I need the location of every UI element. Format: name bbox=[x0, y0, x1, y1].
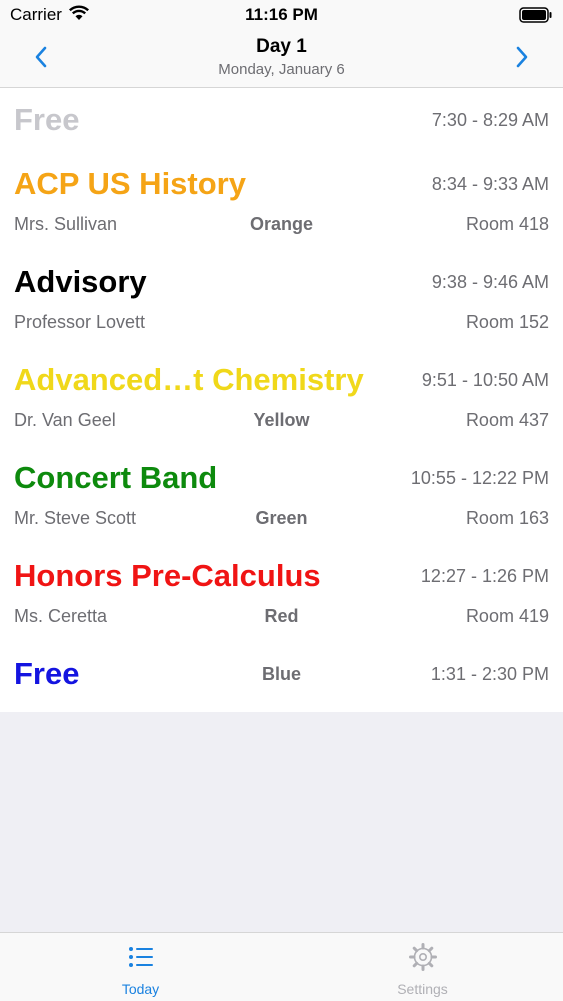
period-row[interactable]: Advisory 9:38 - 9:46 AM Professor Lovett… bbox=[0, 250, 563, 348]
block-color-label: Blue bbox=[261, 664, 301, 684]
tab-today[interactable]: Today bbox=[0, 933, 281, 1001]
class-name: Free bbox=[14, 102, 80, 137]
time-range: 8:34 - 9:33 AM bbox=[431, 174, 549, 194]
time-range: 12:27 - 1:26 PM bbox=[420, 566, 549, 586]
room-number: Room 419 bbox=[465, 606, 549, 626]
class-name: Honors Pre-Calculus bbox=[14, 558, 321, 593]
next-day-button[interactable] bbox=[507, 42, 537, 72]
class-name: Advisory bbox=[14, 264, 147, 299]
teacher-name: Professor Lovett bbox=[14, 312, 146, 332]
time-range: 10:55 - 12:22 PM bbox=[410, 468, 549, 488]
period-row[interactable]: Honors Pre-Calculus 12:27 - 1:26 PM Ms. … bbox=[0, 544, 563, 642]
class-name: ACP US History bbox=[14, 166, 246, 201]
room-number: Room 163 bbox=[465, 508, 549, 528]
time-range: 9:51 - 10:50 AM bbox=[421, 370, 549, 390]
tab-label: Today bbox=[121, 981, 160, 997]
time-range: 7:30 - 8:29 AM bbox=[431, 110, 549, 130]
tab-bar: Today Settings bbox=[0, 932, 563, 1001]
list-icon bbox=[128, 947, 153, 967]
time-range: 9:38 - 9:46 AM bbox=[431, 272, 549, 292]
room-number: Room 418 bbox=[465, 214, 549, 234]
battery-icon bbox=[519, 7, 552, 23]
period-row[interactable]: ACP US History 8:34 - 9:33 AM Mrs. Sulli… bbox=[0, 152, 563, 250]
schedule-list: Free 7:30 - 8:29 AM ACP US History 8:34 … bbox=[0, 88, 563, 712]
period-row[interactable]: Free 1:31 - 2:30 PM Blue bbox=[0, 642, 563, 740]
period-row[interactable]: Advanced…t Chemistry 9:51 - 10:50 AM Dr.… bbox=[0, 348, 563, 446]
class-name: Concert Band bbox=[14, 460, 218, 495]
page-title: Day 1 bbox=[256, 36, 307, 57]
room-number: Room 152 bbox=[465, 312, 549, 332]
status-bar: Carrier 11:16 PM bbox=[0, 0, 563, 30]
tab-label: Settings bbox=[397, 981, 448, 997]
class-name: Advanced…t Chemistry bbox=[14, 362, 364, 397]
tab-settings[interactable]: Settings bbox=[282, 933, 563, 1001]
page-subtitle: Monday, January 6 bbox=[218, 61, 345, 78]
period-row[interactable]: Concert Band 10:55 - 12:22 PM Mr. Steve … bbox=[0, 446, 563, 544]
clock-label: 11:16 PM bbox=[245, 5, 318, 24]
gear-icon bbox=[408, 943, 437, 971]
chevron-right-icon bbox=[516, 46, 528, 68]
navigation-bar: Day 1 Monday, January 6 bbox=[0, 30, 563, 88]
room-number: Room 437 bbox=[465, 410, 549, 430]
